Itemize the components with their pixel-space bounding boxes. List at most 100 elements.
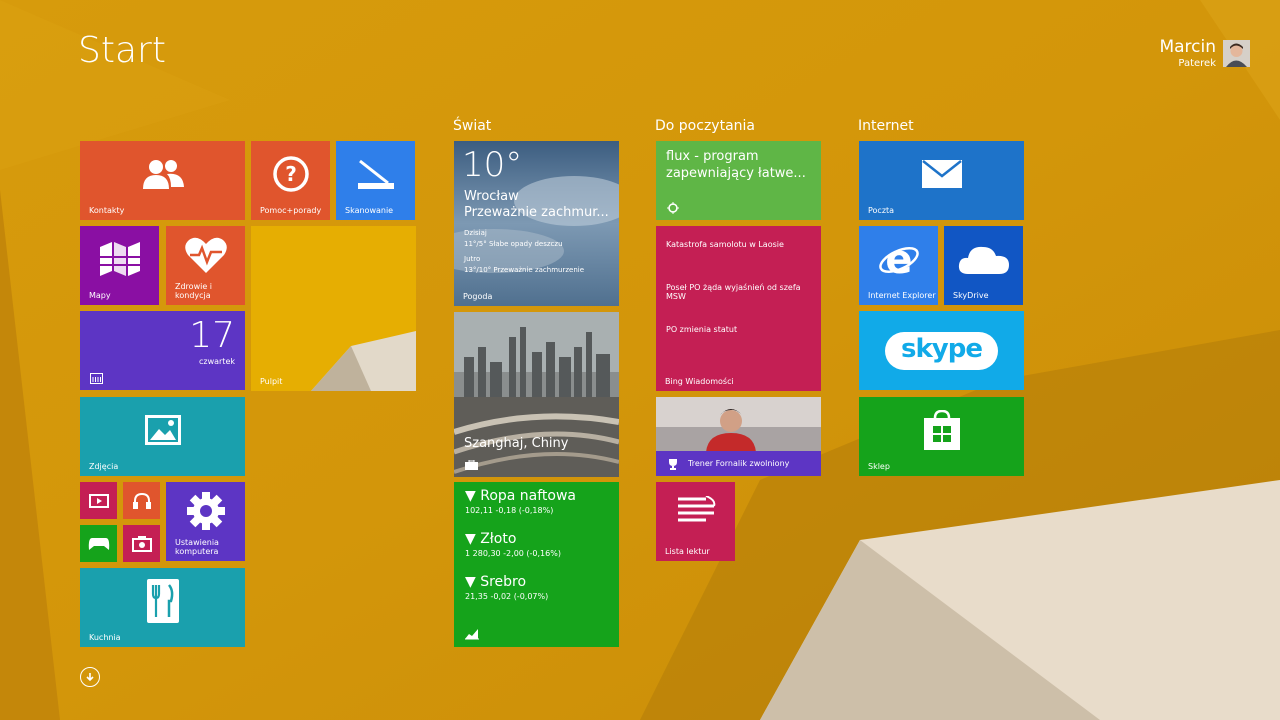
- tile-label: Pogoda: [463, 292, 493, 301]
- internet-explorer-icon: e: [859, 226, 938, 291]
- finance-item-name: ▼ Złoto: [465, 531, 517, 547]
- group-label-internet[interactable]: Internet: [858, 118, 914, 134]
- tile-label: Pomoc+porady: [260, 206, 322, 215]
- skype-logo: skype: [859, 311, 1024, 390]
- tile-label: SkyDrive: [953, 291, 989, 300]
- finance-item-name: ▼ Ropa naftowa: [465, 488, 577, 504]
- tile-label: Ustawienia komputera: [175, 538, 219, 556]
- tile-label: Lista lektur: [665, 547, 710, 556]
- tile-sklep[interactable]: Sklep: [859, 397, 1024, 476]
- weather-temperature: 10°: [462, 145, 523, 185]
- tile-pogoda[interactable]: 10° Wrocław Przeważnie zachmur... Dzisia…: [454, 141, 619, 306]
- camera-icon: [123, 525, 160, 562]
- finance-item-name: ▼ Srebro: [465, 574, 527, 590]
- news-headline: Katastrofa samolotu w Laosie: [666, 240, 784, 249]
- health-heart-icon: [166, 226, 245, 283]
- tile-label: Zdjęcia: [89, 462, 119, 471]
- tile-kuchnia[interactable]: Kuchnia: [80, 568, 245, 647]
- calendar-weekday: czwartek: [198, 357, 235, 366]
- tile-flux[interactable]: flux - program zapewniający łatwe...: [656, 141, 821, 220]
- tile-lista-lektur[interactable]: Lista lektur: [656, 482, 735, 561]
- tile-poczta[interactable]: Poczta: [859, 141, 1024, 220]
- tile-label: Pulpit: [260, 377, 283, 386]
- tile-zdjecia[interactable]: Zdjęcia: [80, 397, 245, 476]
- page-title: Start: [78, 30, 166, 71]
- finance-item-value: 21,35 -0,02 (-0,07%): [465, 592, 549, 601]
- tile-label: Poczta: [868, 206, 895, 215]
- weather-tomorrow: 13°/10° Przeważnie zachmurzenie: [464, 266, 585, 274]
- tile-video[interactable]: [80, 482, 117, 519]
- svg-text:e: e: [885, 239, 912, 279]
- user-account[interactable]: Marcin Paterek: [1159, 37, 1216, 71]
- video-icon: [80, 482, 117, 519]
- group-label-do-poczytania[interactable]: Do poczytania: [655, 118, 755, 134]
- travel-place: Szanghaj, Chiny: [464, 436, 569, 451]
- tile-mapy[interactable]: Mapy: [80, 226, 159, 305]
- sport-headline: Trener Fornalik zwolniony: [688, 459, 790, 468]
- weather-city: Wrocław: [464, 189, 519, 204]
- tile-wiadomosci[interactable]: Katastrofa samolotu w Laosie Poseł PO żą…: [656, 226, 821, 391]
- tile-label: Bing Wiadomości: [665, 377, 734, 386]
- tile-skype[interactable]: skype: [859, 311, 1024, 390]
- tile-kontakty[interactable]: Kontakty: [80, 141, 245, 220]
- tile-label: Sklep: [868, 462, 890, 471]
- news-headline: Poseł PO żąda wyjaśnień od szefa MSW: [666, 283, 801, 301]
- finance-item-value: 1 280,30 -2,00 (-0,16%): [465, 549, 561, 558]
- weather-condition: Przeważnie zachmur...: [464, 205, 609, 220]
- tile-skanowanie[interactable]: Skanowanie: [336, 141, 415, 220]
- show-apps-button[interactable]: [80, 667, 100, 687]
- weather-tomorrow-label: Jutro: [464, 255, 481, 263]
- tile-pulpit[interactable]: Pulpit: [251, 226, 416, 391]
- food-cutlery-icon: [80, 568, 245, 633]
- avatar-photo: [1223, 40, 1250, 67]
- tile-games[interactable]: [80, 525, 117, 562]
- tile-zdrowie[interactable]: Zdrowie i kondycja: [166, 226, 245, 305]
- tile-label: Mapy: [89, 291, 111, 300]
- map-icon: [80, 226, 159, 291]
- reading-list-icon: [656, 482, 735, 539]
- help-icon: ?: [251, 141, 330, 206]
- avatar[interactable]: [1223, 40, 1250, 67]
- svg-text:?: ?: [285, 162, 297, 186]
- reading-list-icon: [667, 202, 679, 214]
- settings-gear-icon: [166, 482, 245, 539]
- city-skyline-image: [454, 312, 619, 477]
- finance-item-value: 102,11 -0,18 (-0,18%): [465, 506, 554, 515]
- tile-finanse[interactable]: ▼ Ropa naftowa 102,11 -0,18 (-0,18%) ▼ Z…: [454, 482, 619, 647]
- tile-label: Kuchnia: [89, 633, 121, 642]
- user-first-name: Marcin: [1159, 37, 1216, 57]
- weather-today: 11°/5° Słabe opady deszczu: [464, 240, 563, 248]
- tile-music[interactable]: [123, 482, 160, 519]
- tile-label: Zdrowie i kondycja: [175, 282, 213, 300]
- news-headline: PO zmienia statut: [666, 325, 738, 334]
- tile-sport[interactable]: Trener Fornalik zwolniony: [656, 397, 821, 476]
- scanner-icon: [336, 141, 415, 206]
- group-label-swiat[interactable]: Świat: [453, 118, 491, 134]
- stock-chart-icon: [465, 629, 479, 640]
- contacts-icon: [80, 141, 245, 206]
- cloud-icon: [944, 226, 1023, 291]
- store-bag-icon: [859, 397, 1024, 462]
- gamepad-icon: [80, 525, 117, 562]
- tile-podroze[interactable]: Szanghaj, Chiny: [454, 312, 619, 477]
- tile-internet-explorer[interactable]: e Internet Explorer: [859, 226, 938, 305]
- mail-icon: [859, 141, 1024, 206]
- skype-wordmark: skype: [885, 331, 998, 370]
- tile-kalendarz[interactable]: 17 czwartek: [80, 311, 245, 390]
- tile-label: Skanowanie: [345, 206, 394, 215]
- tile-skydrive[interactable]: SkyDrive: [944, 226, 1023, 305]
- tile-label: Internet Explorer: [868, 291, 936, 300]
- tile-pomoc-porady[interactable]: ? Pomoc+porady: [251, 141, 330, 220]
- headphones-icon: [123, 482, 160, 519]
- trophy-icon: [669, 459, 677, 470]
- arrow-down-icon: [86, 673, 94, 682]
- tile-ustawienia[interactable]: Ustawienia komputera: [166, 482, 245, 561]
- suitcase-icon: [465, 460, 478, 470]
- weather-today-label: Dzisiaj: [464, 229, 487, 237]
- user-last-name: Paterek: [1178, 58, 1216, 69]
- calendar-icon: [90, 373, 103, 384]
- calendar-day: 17: [189, 315, 235, 356]
- tile-label: Kontakty: [89, 206, 125, 215]
- photos-icon: [80, 397, 245, 462]
- tile-camera[interactable]: [123, 525, 160, 562]
